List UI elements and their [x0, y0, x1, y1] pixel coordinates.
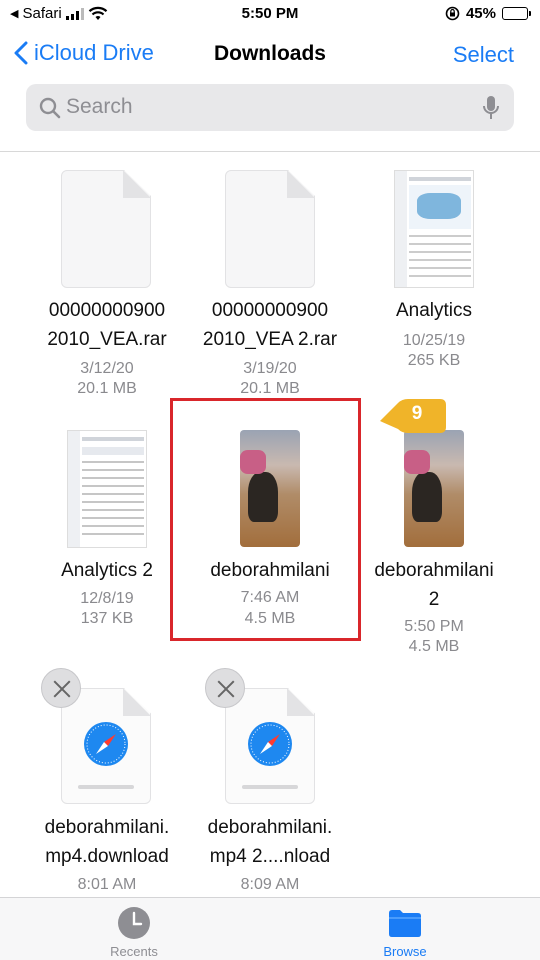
search-placeholder[interactable]: Search: [66, 95, 133, 119]
cancel-download-icon[interactable]: [41, 668, 81, 708]
file-date: 5:50 PM: [404, 618, 464, 635]
safari-compass-icon: [248, 722, 292, 766]
file-item[interactable]: deborahmilani. mp4.download 8:01 AM: [25, 668, 189, 895]
tab-bar: Recents Browse: [0, 897, 540, 960]
video-thumbnail: [404, 430, 464, 547]
file-name: 2010_VEA 2.rar: [202, 329, 338, 350]
file-name: mp4.download: [45, 846, 169, 867]
cancel-download-icon[interactable]: [205, 668, 245, 708]
microphone-icon[interactable]: [482, 94, 500, 122]
file-name: Analytics 2: [61, 560, 153, 581]
file-item[interactable]: 00000000900 2010_VEA 2.rar 3/19/20 20.1 …: [188, 170, 352, 400]
search-field[interactable]: Search: [26, 84, 514, 131]
battery-icon: [502, 7, 531, 20]
page-fold: [287, 688, 315, 716]
analytics-thumbnail: [394, 170, 474, 288]
file-date: 12/8/19: [80, 590, 134, 607]
file-date: 3/12/20: [80, 360, 134, 377]
file-name: deborahmilani.: [44, 817, 170, 838]
folder-icon: [389, 910, 421, 937]
file-name: 00000000900: [211, 300, 329, 321]
file-item[interactable]: deborahmilani. mp4 2....nload 8:09 AM: [188, 668, 352, 895]
orientation-lock-icon: [445, 6, 460, 21]
download-progress-bar: [78, 785, 134, 789]
clock-icon: [118, 907, 150, 939]
file-date: 3/19/20: [243, 360, 297, 377]
file-size: 265 KB: [407, 352, 461, 369]
status-bar: ◀ Safari 5:50 PM 45%: [0, 0, 540, 30]
battery-percent: 45%: [465, 5, 496, 22]
divider: [0, 151, 540, 152]
file-item[interactable]: Analytics 10/25/19 265 KB: [352, 170, 516, 400]
file-name: Analytics: [395, 300, 473, 321]
file-name: 00000000900: [48, 300, 166, 321]
tab-recents-label[interactable]: Recents: [74, 944, 194, 959]
file-item[interactable]: deborahmilani 2 5:50 PM 4.5 MB: [352, 430, 516, 660]
file-size: 4.5 MB: [408, 638, 460, 655]
file-date: 8:09 AM: [240, 876, 300, 893]
file-name: deborahmilani: [374, 560, 494, 581]
search-icon: [39, 97, 61, 119]
file-name: mp4 2....nload: [209, 846, 331, 867]
file-name: 2: [428, 589, 440, 610]
file-size: 20.1 MB: [77, 380, 137, 397]
file-name: deborahmilani.: [207, 817, 333, 838]
safari-compass-icon: [84, 722, 128, 766]
file-date: 10/25/19: [402, 332, 466, 349]
page-fold: [123, 170, 151, 198]
file-size: 137 KB: [80, 610, 134, 627]
status-right: 45%: [445, 5, 531, 22]
select-button[interactable]: Select: [453, 42, 514, 68]
highlight-box: [170, 398, 361, 641]
file-item[interactable]: 00000000900 2010_VEA.rar 3/12/20 20.1 MB: [25, 170, 189, 400]
file-item[interactable]: Analytics 2 12/8/19 137 KB: [25, 430, 189, 630]
tab-browse-label[interactable]: Browse: [345, 944, 465, 959]
analytics-2-thumbnail: [67, 430, 147, 548]
download-progress-bar: [242, 785, 298, 789]
file-size: 20.1 MB: [240, 380, 300, 397]
step-number: 9: [411, 403, 423, 424]
file-date: 8:01 AM: [77, 876, 137, 893]
step-badge: 9: [378, 395, 448, 437]
navigation-bar: iCloud Drive Downloads Select: [0, 30, 540, 80]
file-name: 2010_VEA.rar: [47, 329, 167, 350]
